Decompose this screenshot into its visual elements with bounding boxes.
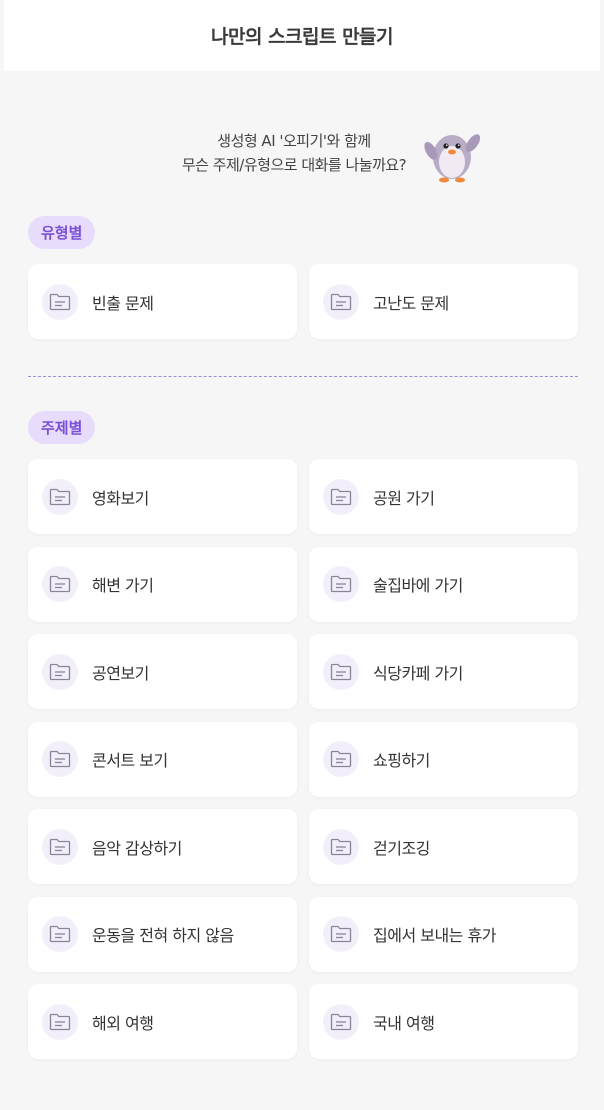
topic-card[interactable]: 영화보기	[28, 459, 297, 534]
intro-line-1: 생성형 AI '오피기'와 함께	[217, 132, 371, 150]
topic-card[interactable]: 술집바에 가기	[309, 546, 578, 622]
topic-card-label: 운동을 전혀 하지 않음	[92, 926, 234, 945]
page-title: 나만의 스크립트 만들기	[210, 26, 394, 48]
folder-icon	[323, 828, 359, 865]
folder-icon	[323, 653, 359, 690]
intro-text: 생성형 AI '오피기'와 함께 무슨 주제/유형으로 대화를 나눌까요?	[181, 129, 407, 177]
topic-card-label: 영화보기	[92, 488, 149, 508]
folder-icon	[42, 916, 78, 952]
topic-card-label: 공연보기	[92, 663, 149, 683]
topic-card[interactable]: 콘서트 보기	[28, 721, 297, 797]
type-section-badge: 유형별	[28, 216, 96, 249]
topic-card[interactable]: 해외 여행	[28, 984, 297, 1059]
topic-card[interactable]: 해변 가기	[28, 546, 297, 622]
folder-icon	[323, 741, 359, 777]
folder-icon	[42, 283, 78, 320]
folder-icon	[323, 478, 359, 515]
type-card-label: 빈출 문제	[92, 293, 154, 313]
folder-icon	[42, 1003, 78, 1040]
topic-card[interactable]: 음악 감상하기	[28, 809, 297, 884]
folder-icon	[323, 1003, 359, 1040]
type-card[interactable]: 빈출 문제	[28, 264, 297, 339]
topic-card-label: 해외 여행	[92, 1013, 154, 1033]
type-card[interactable]: 고난도 문제	[309, 264, 578, 339]
type-card-label: 고난도 문제	[373, 293, 449, 313]
topic-card[interactable]: 집에서 보내는 휴가	[309, 896, 578, 972]
folder-icon	[42, 653, 78, 690]
folder-icon	[42, 566, 78, 602]
topic-card[interactable]: 공원 가기	[309, 459, 578, 534]
topic-card[interactable]: 걷기조깅	[309, 809, 578, 884]
topic-card[interactable]: 공연보기	[28, 634, 297, 709]
topic-card-label: 걷기조깅	[373, 838, 430, 858]
folder-icon	[42, 828, 78, 865]
topic-card-label: 국내 여행	[373, 1013, 435, 1033]
topic-card-label: 음악 감상하기	[92, 838, 182, 858]
intro-banner: 생성형 AI '오피기'와 함께 무슨 주제/유형으로 대화를 나눌까요?	[0, 118, 604, 188]
header: 나만의 스크립트 만들기	[4, 0, 600, 71]
topic-card-label: 공원 가기	[373, 488, 435, 508]
folder-icon	[323, 916, 359, 952]
folder-icon	[323, 283, 359, 320]
penguin-mascot-icon	[424, 134, 481, 183]
topic-card-label: 식당카페 가기	[373, 663, 463, 683]
topic-card-label: 쇼핑하기	[373, 751, 430, 770]
folder-icon	[42, 741, 78, 777]
topic-section-badge: 주제별	[28, 411, 96, 444]
topic-card[interactable]: 쇼핑하기	[309, 721, 578, 797]
section-divider	[28, 376, 578, 377]
topic-card-label: 집에서 보내는 휴가	[373, 926, 496, 945]
topic-card-label: 술집바에 가기	[373, 576, 463, 595]
intro-line-2: 무슨 주제/유형으로 대화를 나눌까요?	[181, 156, 407, 174]
folder-icon	[323, 566, 359, 602]
topic-card-label: 해변 가기	[92, 576, 154, 595]
topic-card[interactable]: 운동을 전혀 하지 않음	[28, 896, 297, 972]
topic-card[interactable]: 식당카페 가기	[309, 634, 578, 709]
topic-card-label: 콘서트 보기	[92, 751, 168, 770]
folder-icon	[42, 478, 78, 515]
topic-card[interactable]: 국내 여행	[309, 984, 578, 1059]
